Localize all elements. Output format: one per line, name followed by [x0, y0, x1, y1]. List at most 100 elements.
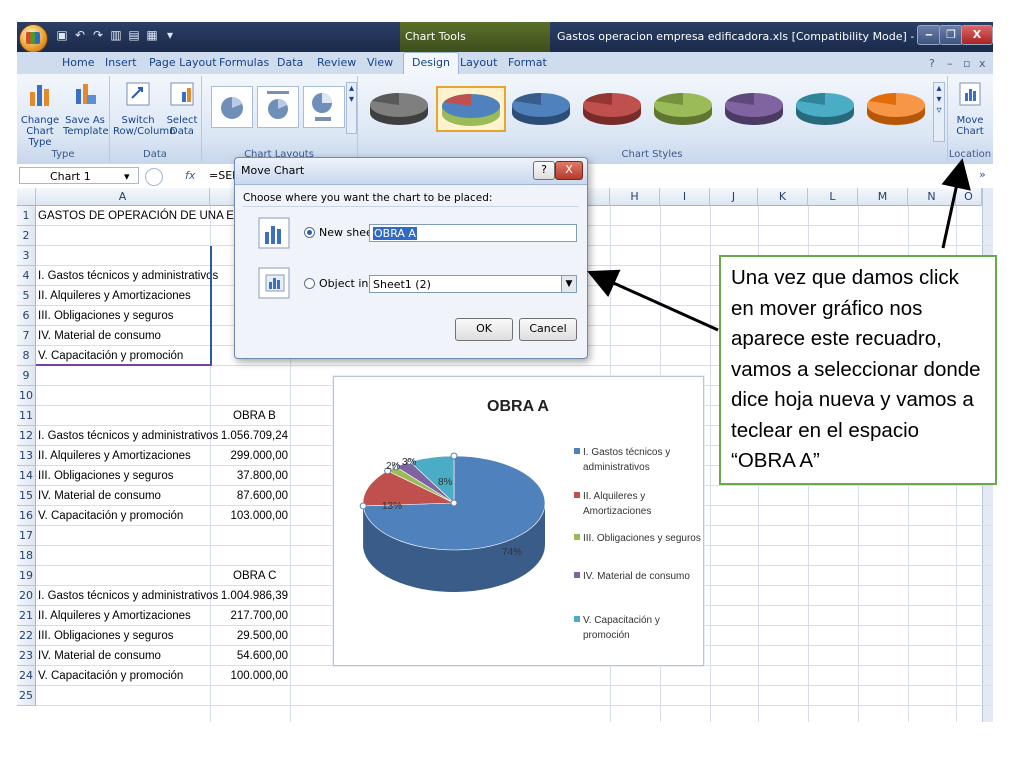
insert-function-circle[interactable] — [145, 168, 163, 186]
column-header-o[interactable]: O — [956, 188, 982, 206]
column-header-m[interactable]: M — [858, 188, 908, 206]
chart-style-3[interactable] — [507, 86, 575, 130]
save-icon[interactable]: ▣ — [55, 28, 69, 42]
cell-a12[interactable]: II. Alquileres y Amortizaciones — [38, 446, 191, 466]
row-header[interactable]: 25 — [17, 686, 36, 706]
switch-row-column-button[interactable]: Switch Row/Column — [113, 80, 175, 137]
fx-icon[interactable]: fx — [185, 169, 195, 182]
chart-style-2[interactable] — [436, 86, 506, 132]
object-in-select[interactable]: Sheet1 (2) ▼ — [369, 275, 577, 293]
cell-a11[interactable]: I. Gastos técnicos y administrativos — [38, 426, 218, 446]
cell-a7[interactable]: V. Capacitación y promoción — [38, 346, 183, 366]
cell-b12[interactable]: 299.000,00 — [210, 446, 288, 466]
tab-formulas[interactable]: Formulas — [219, 56, 269, 69]
chart-qat-icon[interactable]: ▥ — [109, 28, 123, 42]
row-header[interactable]: 16 — [17, 506, 36, 526]
ribbon-minimize-icon[interactable]: – — [947, 57, 953, 70]
row-header[interactable]: 13 — [17, 446, 36, 466]
row-header[interactable]: 15 — [17, 486, 36, 506]
ok-button[interactable]: OK — [455, 318, 513, 341]
cell-b23[interactable]: 100.000,00 — [210, 666, 288, 686]
cell-a15[interactable]: V. Capacitación y promoción — [38, 506, 183, 526]
chart-layout-3[interactable] — [303, 86, 345, 128]
select-data-button[interactable]: Select Data — [165, 80, 199, 137]
row-header[interactable]: 23 — [17, 646, 36, 666]
chart-style-6[interactable] — [720, 86, 788, 130]
move-chart-button[interactable]: Move Chart — [953, 80, 987, 137]
cell-a20[interactable]: II. Alquileres y Amortizaciones — [38, 606, 191, 626]
redo-icon[interactable]: ↷ — [91, 28, 105, 42]
row-header[interactable]: 3 — [17, 246, 36, 266]
cell-b21[interactable]: 29.500,00 — [210, 626, 288, 646]
chevron-down-icon[interactable]: ▼ — [561, 276, 576, 292]
layouts-scroll[interactable]: ▴ ▾ — [346, 82, 357, 134]
row-header[interactable]: 14 — [17, 466, 36, 486]
row-header[interactable]: 4 — [17, 266, 36, 286]
cell-a4[interactable]: II. Alquileres y Amortizaciones — [38, 286, 191, 306]
row-header[interactable]: 19 — [17, 566, 36, 586]
row-header[interactable]: 24 — [17, 666, 36, 686]
object-in-radio[interactable] — [304, 278, 315, 289]
office-button[interactable] — [19, 24, 48, 53]
chart-style-8[interactable] — [862, 86, 930, 130]
help-icon[interactable]: ? — [929, 57, 935, 70]
column-header-i[interactable]: I — [660, 188, 710, 206]
cell-b22[interactable]: 54.600,00 — [210, 646, 288, 666]
tab-insert[interactable]: Insert — [105, 56, 137, 69]
cell-a14[interactable]: IV. Material de consumo — [38, 486, 161, 506]
row-header[interactable]: 8 — [17, 346, 36, 366]
dialog-help-button[interactable]: ? — [533, 161, 555, 180]
cell-a19[interactable]: I. Gastos técnicos y administrativos — [38, 586, 218, 606]
chart-style-1[interactable] — [365, 86, 433, 130]
chart-style-7[interactable] — [791, 86, 859, 130]
cell-a6[interactable]: IV. Material de consumo — [38, 326, 161, 346]
minimize-button[interactable]: ‒ — [917, 25, 941, 45]
cell-b10[interactable]: OBRA B — [233, 406, 276, 426]
column-header-k[interactable]: K — [758, 188, 808, 206]
column-header-j[interactable]: J — [710, 188, 758, 206]
column-header-h[interactable]: H — [610, 188, 660, 206]
row-header[interactable]: 11 — [17, 406, 36, 426]
maximize-button[interactable]: ❐ — [939, 25, 963, 45]
name-box[interactable]: Chart 1 ▾ — [19, 167, 139, 184]
cell-a22[interactable]: IV. Material de consumo — [38, 646, 161, 666]
expand-formula-icon[interactable]: » — [979, 168, 986, 181]
row-header[interactable]: 10 — [17, 386, 36, 406]
ribbon-close-icon[interactable]: x — [979, 57, 986, 70]
new-sheet-radio[interactable] — [304, 227, 315, 238]
row-header[interactable]: 7 — [17, 326, 36, 346]
chart-style-5[interactable] — [649, 86, 717, 130]
row-header[interactable]: 12 — [17, 426, 36, 446]
close-button[interactable]: X — [961, 25, 993, 45]
chart-layout-1[interactable] — [211, 86, 253, 128]
qat-dropdown-icon[interactable]: ▾ — [163, 28, 177, 42]
row-header[interactable]: 22 — [17, 626, 36, 646]
styles-scroll[interactable]: ▴ ▾ ▿ — [933, 82, 945, 142]
tab-review[interactable]: Review — [317, 56, 356, 69]
new-sheet-input[interactable]: OBRA A — [369, 224, 577, 242]
dialog-close-button[interactable]: X — [555, 161, 583, 180]
cell-a13[interactable]: III. Obligaciones y seguros — [38, 466, 174, 486]
select-all-corner[interactable] — [17, 188, 36, 206]
pie-chart[interactable]: 74% 13% 2% 3% 8% OBRA A I. Gastos técnicos y ad… — [333, 376, 704, 666]
cell-b14[interactable]: 87.600,00 — [210, 486, 288, 506]
sort-qat-icon[interactable]: ▤ — [127, 28, 141, 42]
cell-b19[interactable]: 1.004.986,39 — [210, 586, 288, 606]
cell-b11[interactable]: 1.056.709,24 — [210, 426, 288, 446]
ribbon-restore-icon[interactable]: ▫ — [963, 57, 970, 70]
row-header[interactable]: 2 — [17, 226, 36, 246]
row-header[interactable]: 18 — [17, 546, 36, 566]
column-header-l[interactable]: L — [808, 188, 858, 206]
tab-view[interactable]: View — [367, 56, 393, 69]
tab-home[interactable]: Home — [62, 56, 94, 69]
tab-format[interactable]: Format — [508, 56, 547, 69]
cell-b15[interactable]: 103.000,00 — [210, 506, 288, 526]
row-header[interactable]: 21 — [17, 606, 36, 626]
cancel-button[interactable]: Cancel — [519, 318, 577, 341]
row-header[interactable]: 17 — [17, 526, 36, 546]
column-header-a[interactable]: A — [36, 188, 210, 206]
cell-b13[interactable]: 37.800,00 — [210, 466, 288, 486]
column-header-n[interactable]: N — [908, 188, 956, 206]
change-chart-type-button[interactable]: Change Chart Type — [19, 80, 61, 148]
cell-a23[interactable]: V. Capacitación y promoción — [38, 666, 183, 686]
